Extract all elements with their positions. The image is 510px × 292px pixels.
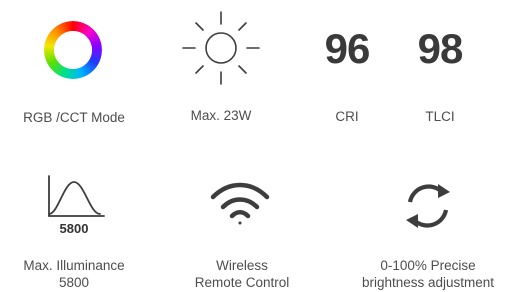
illuminance-icon-value: 5800 bbox=[59, 221, 89, 236]
tlci-value: 98 bbox=[417, 25, 464, 72]
illuminance-label-line2: 5800 bbox=[58, 275, 90, 290]
wireless-label-line1: Wireless bbox=[216, 258, 268, 273]
brightness-label: 0-100% Precise brightness adjustment bbox=[362, 257, 494, 291]
illuminance-curve-icon bbox=[44, 174, 106, 218]
refresh-cycle-icon bbox=[400, 178, 456, 234]
rgb-cct-label: RGB /CCT Mode bbox=[23, 110, 125, 125]
cri-value: 96 bbox=[324, 25, 371, 72]
wireless-label-line2: Remote Control bbox=[194, 275, 290, 290]
illuminance-label-line1: Max. Illuminance bbox=[23, 258, 125, 273]
wireless-label: Wireless Remote Control bbox=[195, 257, 290, 291]
tlci-label: TLCI bbox=[425, 109, 455, 124]
sun-icon bbox=[181, 10, 261, 86]
brightness-label-line1: 0-100% Precise bbox=[380, 258, 476, 273]
wifi-icon bbox=[209, 180, 271, 228]
illuminance-label: Max. Illuminance 5800 bbox=[23, 257, 124, 291]
brightness-label-line2: brightness adjustment bbox=[361, 275, 495, 290]
color-wheel-icon bbox=[44, 21, 102, 79]
cri-label: CRI bbox=[335, 109, 359, 124]
max-power-label: Max. 23W bbox=[190, 108, 252, 123]
